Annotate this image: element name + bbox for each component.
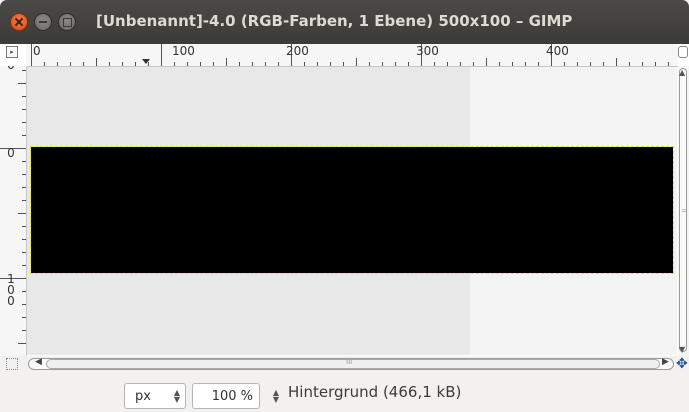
zoom-value: 100 % — [211, 389, 253, 404]
vruler-label-100: 100 — [7, 272, 15, 308]
zoom-updown-icon[interactable]: ▲ ▼ — [272, 389, 280, 404]
scroll-down-icon[interactable]: ▼ — [679, 345, 685, 354]
image-viewport[interactable] — [27, 67, 677, 355]
close-icon[interactable] — [10, 13, 28, 31]
maximize-icon[interactable] — [58, 13, 76, 31]
unit-value: px — [135, 389, 151, 404]
quickmask-icon[interactable] — [6, 358, 18, 370]
gimp-image-window: [Unbenannt]-4.0 (RGB-Farben, 1 Ebene) 50… — [0, 0, 689, 412]
status-bar: px ▲ ▼ 100 % ▲ ▼ Hintergrund (466,1 kB) — [0, 372, 689, 412]
zoom-icon[interactable] — [678, 46, 688, 58]
minimize-icon[interactable] — [34, 13, 52, 31]
vruler-label-top: 0 — [6, 66, 16, 71]
zoom-selector[interactable]: 100 % — [192, 383, 260, 409]
horizontal-scroll-row: ◀ III ▶ ✥ — [0, 356, 689, 372]
scroll-up-icon[interactable]: ▲ — [679, 68, 685, 77]
scroll-right-icon[interactable]: ▶ — [662, 357, 669, 367]
title-bar: [Unbenannt]-4.0 (RGB-Farben, 1 Ebene) 50… — [0, 0, 689, 44]
vruler-label-0: 0 — [7, 146, 15, 160]
horizontal-ruler-ticks — [31, 44, 669, 66]
scroll-left-icon[interactable]: ◀ — [35, 357, 42, 367]
unit-selector[interactable]: px ▲ ▼ — [124, 383, 186, 409]
hruler-label-200: 200 — [286, 44, 309, 58]
hruler-label-0: 0 — [33, 44, 41, 58]
vertical-scroll-grip[interactable]: = — [681, 206, 688, 215]
horizontal-scroll-grip[interactable]: III — [346, 358, 352, 366]
hruler-label-400: 400 — [546, 44, 569, 58]
window-title: [Unbenannt]-4.0 (RGB-Farben, 1 Ebene) 50… — [96, 12, 573, 30]
vertical-ruler-ticks — [0, 70, 26, 344]
vertical-ruler[interactable]: 0 0 100 — [0, 66, 27, 356]
hruler-label-300: 300 — [416, 44, 439, 58]
layer-status-text: Hintergrund (466,1 kB) — [288, 383, 462, 401]
hruler-label-100: 100 — [172, 44, 195, 58]
menu-icon[interactable]: ▸ — [6, 46, 18, 58]
unit-updown-icon[interactable]: ▲ ▼ — [173, 389, 181, 404]
horizontal-ruler[interactable]: 0 100 200 300 400 — [26, 44, 678, 67]
horizontal-scroll-thumb[interactable] — [46, 359, 660, 369]
layer-boundary — [30, 146, 674, 274]
vertical-scrollbar[interactable]: ▲ = ▼ — [678, 66, 689, 356]
navigate-icon[interactable]: ✥ — [676, 356, 688, 372]
